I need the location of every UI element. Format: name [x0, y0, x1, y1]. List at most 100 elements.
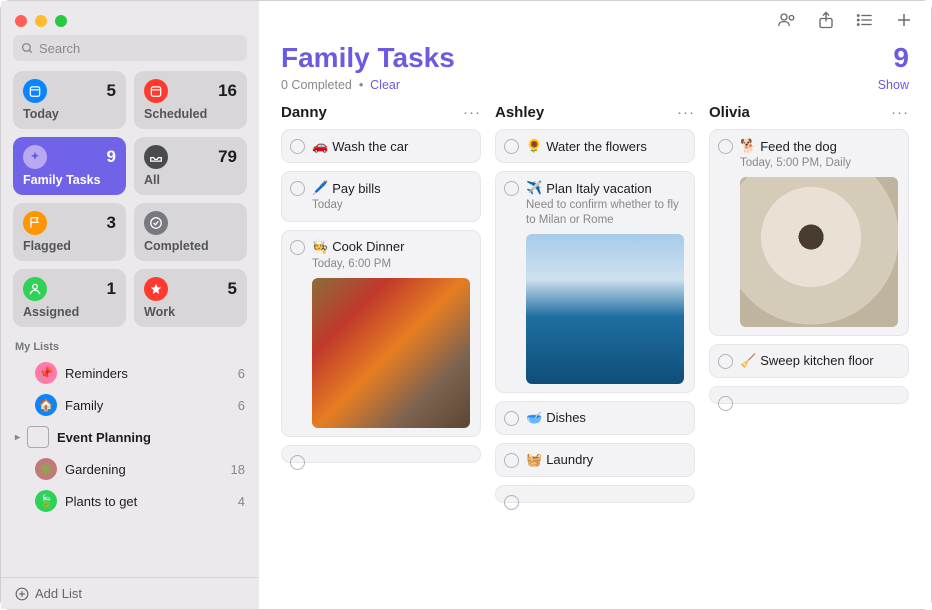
list-count: 4 [238, 494, 245, 509]
reminder-card: ✈️ Plan Italy vacation Need to confirm wh… [495, 171, 695, 393]
list-subheader: 0 Completed • Clear Show [259, 78, 931, 104]
columns-container: Danny···🚗 Wash the car🖊️ Pay billsToday🧑… [259, 104, 931, 609]
close-window[interactable] [15, 15, 27, 27]
sidebar-list-item[interactable]: 🏠Family6 [9, 389, 251, 421]
sidebar-list-item[interactable]: ✳️Gardening18 [9, 453, 251, 485]
view-options-button[interactable] [855, 11, 875, 32]
reminder-card: 🧹 Sweep kitchen floor [709, 344, 909, 378]
tile-label: Flagged [23, 239, 116, 253]
smart-list-all[interactable]: 79All [134, 137, 247, 195]
list-label: Plants to get [65, 494, 238, 509]
complete-toggle[interactable] [718, 354, 733, 369]
complete-toggle[interactable] [290, 240, 305, 255]
tile-icon [144, 277, 168, 301]
complete-toggle[interactable] [290, 139, 305, 154]
sidebar-list-item[interactable]: 📌Reminders6 [9, 357, 251, 389]
reminder-title[interactable]: ✈️ Plan Italy vacation [526, 180, 684, 196]
reminder-card: 🚗 Wash the car [281, 129, 481, 163]
toolbar [259, 1, 931, 36]
smart-list-today[interactable]: 5 Today [13, 71, 126, 129]
complete-toggle[interactable] [504, 453, 519, 468]
my-lists: 📌Reminders6🏠Family6▸Event Planning✳️Gard… [1, 353, 259, 577]
reminder-title[interactable]: 🧑‍🍳 Cook Dinner [312, 239, 470, 255]
complete-toggle[interactable] [718, 396, 733, 411]
tile-icon [23, 277, 47, 301]
smart-lists-grid: 5 Today 16 Scheduled 9 Family Tasks 79All 3 Flag… [1, 71, 259, 327]
tile-label: Work [144, 305, 237, 319]
column-ashley: Ashley··· 🌻 Water the flowers ✈️ Plan Ital… [495, 104, 695, 589]
tile-label: Family Tasks [23, 173, 116, 187]
new-reminder-button[interactable] [895, 11, 913, 32]
tile-count: 5 [107, 81, 116, 101]
complete-toggle[interactable] [290, 181, 305, 196]
minimize-window[interactable] [35, 15, 47, 27]
smart-list-family-tasks[interactable]: 9 Family Tasks [13, 137, 126, 195]
column-title: Olivia [709, 104, 750, 121]
complete-toggle[interactable] [504, 411, 519, 426]
collaborate-button[interactable] [777, 11, 797, 32]
share-icon [817, 11, 835, 29]
list-group[interactable]: ▸Event Planning [9, 421, 251, 453]
tile-icon [144, 145, 168, 169]
tile-count: 1 [107, 279, 116, 299]
list-count: 18 [231, 462, 245, 477]
tile-count: 9 [107, 147, 116, 167]
person-crop-icon [777, 11, 797, 29]
smart-list-work[interactable]: 5Work [134, 269, 247, 327]
reminder-title[interactable]: 🧺 Laundry [526, 452, 684, 468]
tile-icon [23, 79, 47, 103]
reminder-title[interactable]: 🖊️ Pay bills [312, 180, 470, 196]
list-icon: ✳️ [35, 458, 57, 480]
reminder-title[interactable]: 🧹 Sweep kitchen floor [740, 353, 898, 369]
tile-icon [23, 145, 47, 169]
add-list-button[interactable]: Add List [1, 577, 259, 609]
reminder-title[interactable]: 🌻 Water the flowers [526, 138, 684, 154]
reminder-title[interactable]: 🥣 Dishes [526, 410, 684, 426]
smart-list-scheduled[interactable]: 16 Scheduled [134, 71, 247, 129]
search-field[interactable]: Search [13, 35, 247, 61]
sidebar-list-item[interactable]: 🍃Plants to get4 [9, 485, 251, 517]
reminder-card [495, 485, 695, 503]
reminder-title[interactable]: 🐕 Feed the dog [740, 138, 898, 154]
chevron-right-icon: ▸ [15, 432, 27, 443]
reminder-subtitle: Need to confirm whether to fly to Milan … [526, 198, 684, 228]
column-more-button[interactable]: ··· [891, 104, 909, 121]
column-header: Danny ··· [281, 104, 481, 121]
complete-toggle[interactable] [504, 495, 519, 510]
search-icon [21, 42, 34, 55]
complete-toggle[interactable] [504, 139, 519, 154]
show-completed-button[interactable]: Show [878, 78, 909, 92]
list-header: Family Tasks 9 [259, 36, 931, 78]
share-button[interactable] [817, 11, 835, 32]
list-title: Family Tasks [281, 42, 455, 74]
my-lists-header: My Lists [1, 327, 259, 353]
list-count: 9 [893, 42, 909, 74]
reminder-image[interactable] [526, 234, 684, 384]
column-title: Danny [281, 104, 327, 121]
smart-list-completed[interactable]: Completed [134, 203, 247, 261]
column-header: Ashley··· [495, 104, 695, 121]
zoom-window[interactable] [55, 15, 67, 27]
smart-list-flagged[interactable]: 3 Flagged [13, 203, 126, 261]
complete-toggle[interactable] [504, 181, 519, 196]
column-more-button[interactable]: ··· [677, 104, 695, 121]
column-more-button[interactable]: ··· [463, 104, 481, 121]
tile-count: 3 [107, 213, 116, 233]
smart-list-assigned[interactable]: 1Assigned [13, 269, 126, 327]
tile-count: 16 [218, 81, 237, 101]
reminder-image[interactable] [740, 177, 898, 327]
complete-toggle[interactable] [290, 455, 305, 470]
complete-toggle[interactable] [718, 139, 733, 154]
column-danny: Danny···🚗 Wash the car🖊️ Pay billsToday🧑… [281, 104, 481, 589]
list-label: Family [65, 398, 238, 413]
tile-icon [144, 211, 168, 235]
folder-icon [27, 426, 49, 448]
clear-completed-button[interactable]: Clear [370, 78, 400, 92]
tile-label: Scheduled [144, 107, 237, 121]
plus-icon [895, 11, 913, 29]
tile-label: Today [23, 107, 116, 121]
reminder-title[interactable]: 🚗 Wash the car [312, 138, 470, 154]
tile-label: Completed [144, 239, 237, 253]
reminder-image[interactable] [312, 278, 470, 428]
column-olivia: Olivia···🐕 Feed the dogToday, 5:00 PM, D… [709, 104, 909, 589]
